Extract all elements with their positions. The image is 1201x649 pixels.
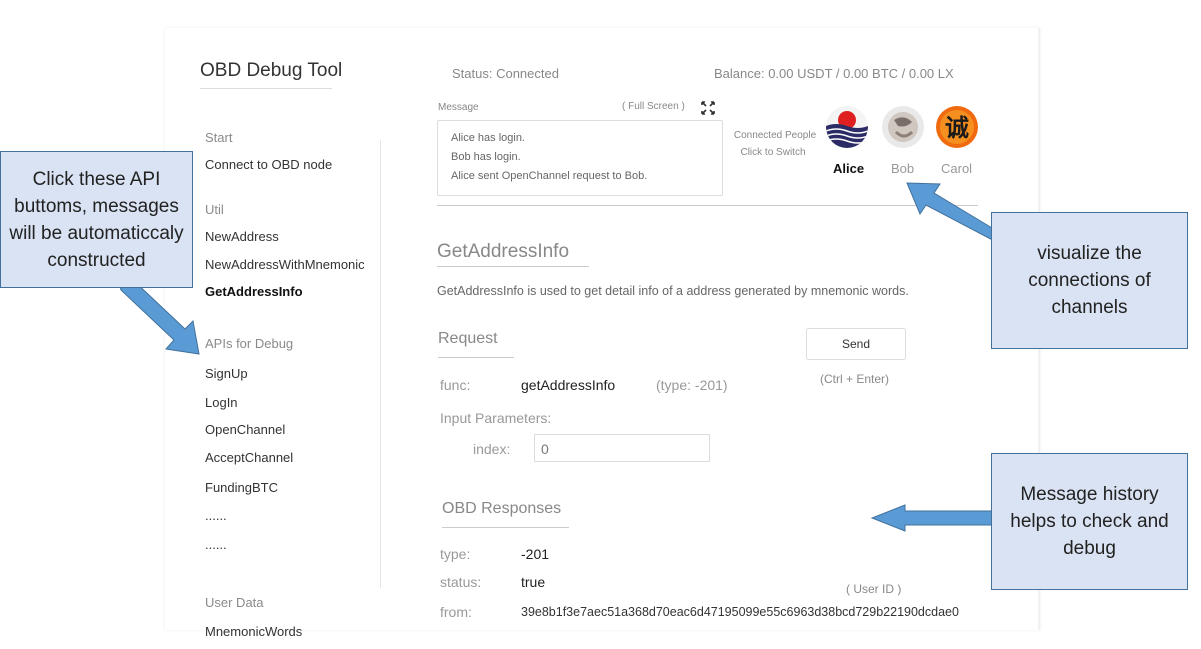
callout-message-history: Message history helps to check and debug: [991, 453, 1188, 590]
callout-api-buttons: Click these API buttoms, messages will b…: [0, 151, 193, 288]
callout-connections: visualize the connections of channels: [991, 212, 1188, 349]
arrow-to-responses: [870, 504, 993, 532]
arrow-to-sidebar: [117, 278, 200, 355]
